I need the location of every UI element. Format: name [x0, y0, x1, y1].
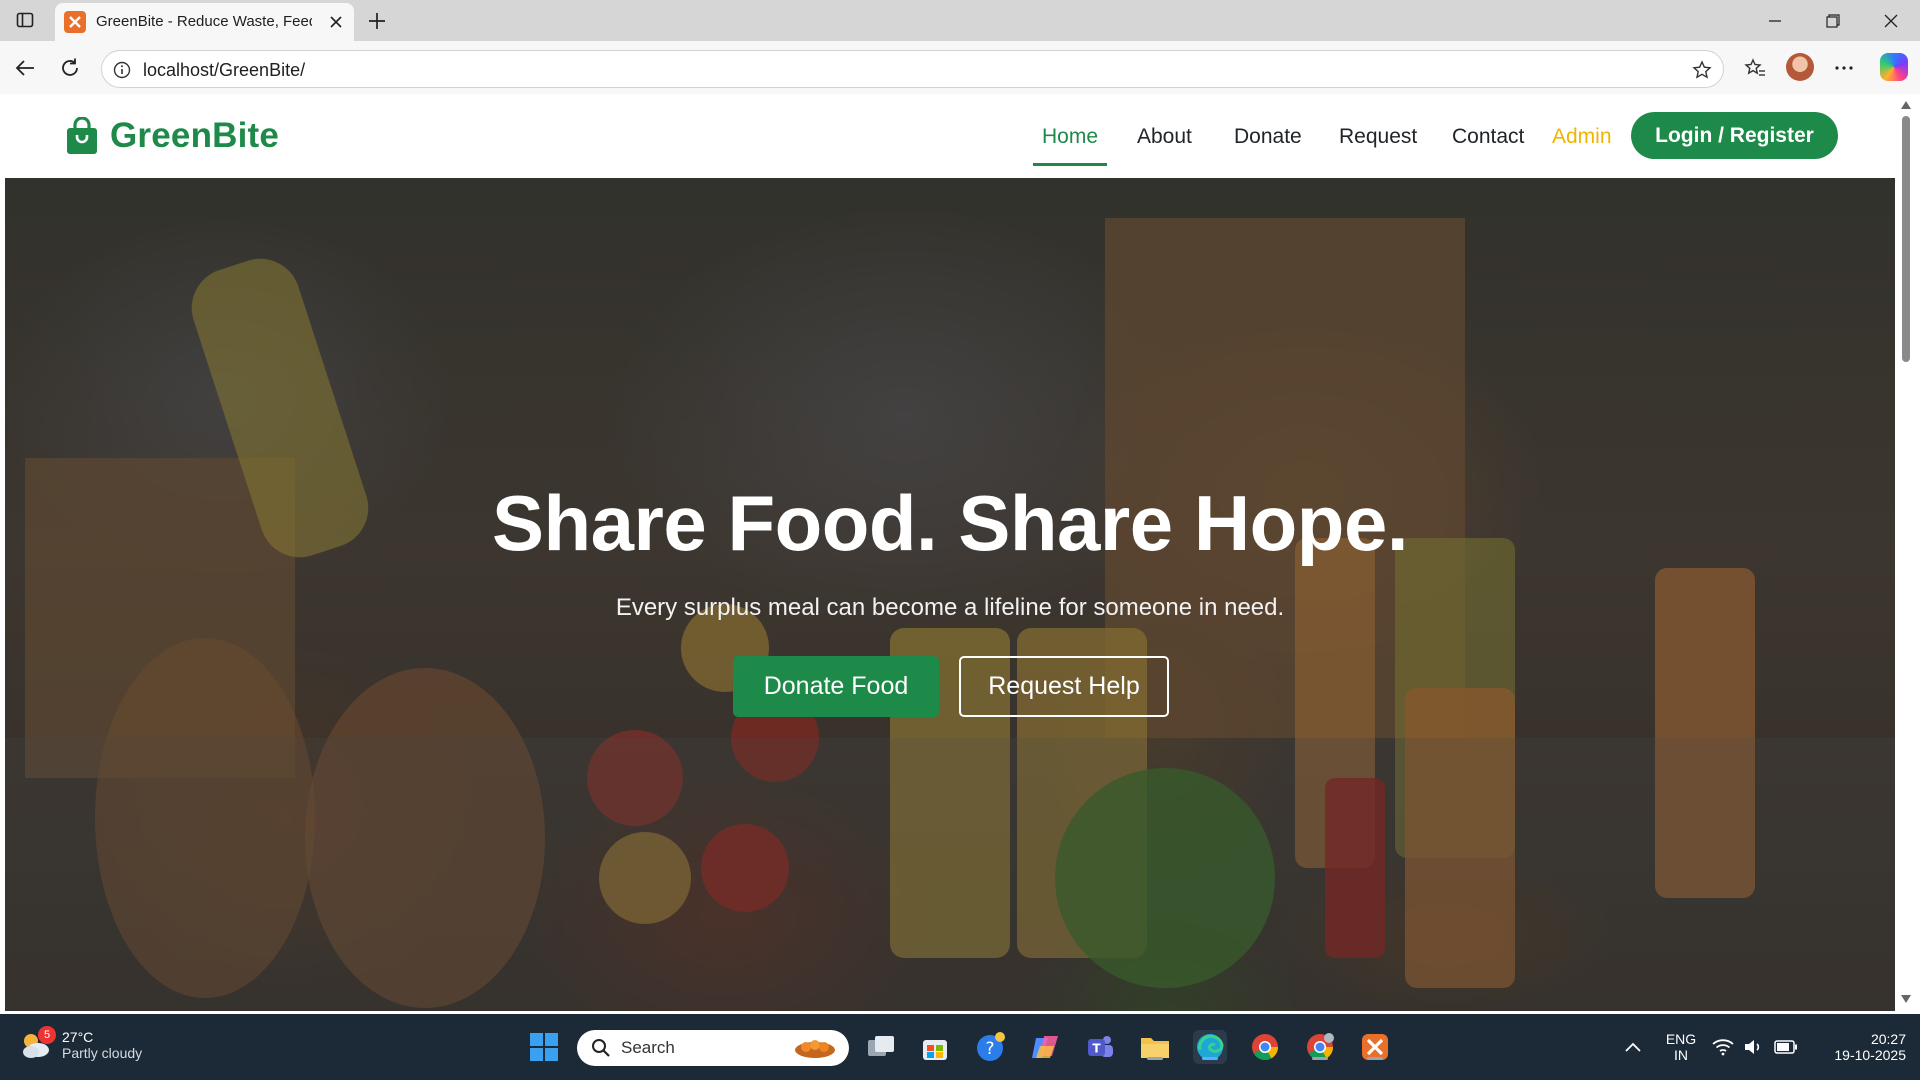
- chrome-profile-icon[interactable]: [1303, 1030, 1337, 1064]
- taskbar-search-box[interactable]: Search: [577, 1030, 849, 1066]
- clock-date: 19-10-2025: [1834, 1047, 1906, 1063]
- profile-avatar[interactable]: [1786, 53, 1814, 81]
- active-indicator: [1202, 1057, 1218, 1060]
- task-view-icon[interactable]: [864, 1030, 898, 1064]
- copilot-icon[interactable]: [1880, 53, 1908, 81]
- help-icon[interactable]: ?: [974, 1030, 1008, 1064]
- shopping-bag-icon: [67, 117, 97, 154]
- brand-logo[interactable]: GreenBite: [66, 116, 279, 156]
- nav-about[interactable]: About: [1137, 125, 1192, 149]
- weather-badge: 5: [38, 1026, 56, 1044]
- running-indicator: [1312, 1057, 1328, 1060]
- page-viewport: GreenBite Home About Donate Request Cont…: [5, 94, 1895, 1011]
- wifi-icon[interactable]: [1710, 1030, 1736, 1064]
- more-options-icon[interactable]: [1829, 53, 1859, 83]
- windows-start-icon[interactable]: [527, 1030, 561, 1064]
- favorites-list-icon[interactable]: [1740, 53, 1770, 83]
- svg-text:?: ?: [985, 1039, 994, 1059]
- microsoft-store-icon[interactable]: [918, 1030, 952, 1064]
- request-help-button[interactable]: Request Help: [959, 656, 1169, 717]
- restore-icon[interactable]: [1810, 6, 1856, 36]
- running-indicator: [1367, 1057, 1383, 1060]
- scroll-thumb[interactable]: [1902, 116, 1910, 362]
- site-info-icon[interactable]: [112, 60, 132, 80]
- chrome-icon[interactable]: [1248, 1030, 1282, 1064]
- language-code: ENG: [1665, 1031, 1697, 1047]
- weather-description: Partly cloudy: [62, 1045, 143, 1061]
- partly-cloudy-icon: 5: [18, 1026, 56, 1062]
- address-bar[interactable]: localhost/GreenBite/: [101, 50, 1724, 88]
- language-indicator[interactable]: ENG IN: [1665, 1031, 1697, 1063]
- browser-toolbar: localhost/GreenBite/: [0, 41, 1920, 94]
- hero-subtitle: Every surplus meal can become a lifeline…: [615, 594, 1285, 621]
- url-text[interactable]: localhost/GreenBite/: [143, 60, 305, 81]
- weather-widget[interactable]: 5 27°C Partly cloudy: [18, 1026, 143, 1062]
- clock-time: 20:27: [1870, 1031, 1906, 1047]
- sidebar-toggle-icon[interactable]: [14, 9, 36, 31]
- browser-tab-active[interactable]: GreenBite - Reduce Waste, Feed Lives: [55, 3, 354, 41]
- clock[interactable]: 20:27 19-10-2025: [1810, 1031, 1906, 1063]
- search-icon: [592, 1039, 610, 1057]
- nav-contact[interactable]: Contact: [1452, 125, 1524, 149]
- hero-title: Share Food. Share Hope.: [491, 479, 1409, 567]
- hero-section: Share Food. Share Hope. Every surplus me…: [5, 178, 1895, 1011]
- nav-admin[interactable]: Admin: [1552, 125, 1612, 149]
- volume-icon[interactable]: [1740, 1030, 1766, 1064]
- favorite-star-icon[interactable]: [1691, 59, 1713, 81]
- new-tab-plus-icon[interactable]: [364, 8, 390, 34]
- weather-temperature: 27°C: [62, 1029, 94, 1045]
- xampp-favicon-icon: [64, 11, 86, 33]
- tab-title: GreenBite - Reduce Waste, Feed Lives: [96, 13, 312, 30]
- battery-icon[interactable]: [1772, 1030, 1800, 1064]
- site-navbar: GreenBite Home About Donate Request Cont…: [5, 94, 1895, 178]
- refresh-icon[interactable]: [55, 53, 85, 83]
- close-window-icon[interactable]: [1868, 6, 1914, 36]
- scroll-down-arrow-icon[interactable]: [1901, 994, 1911, 1004]
- xampp-icon[interactable]: [1358, 1030, 1392, 1064]
- search-highlight-icon: [795, 1040, 835, 1058]
- copilot-app-icon[interactable]: [1028, 1030, 1062, 1064]
- scroll-up-arrow-icon[interactable]: [1901, 100, 1911, 110]
- search-label: Search: [621, 1038, 675, 1057]
- donate-food-button[interactable]: Donate Food: [733, 656, 939, 717]
- edge-browser-icon[interactable]: [1193, 1030, 1227, 1064]
- windows-taskbar: 5 27°C Partly cloudy Search ? T ENG IN 2…: [0, 1014, 1920, 1080]
- nav-request[interactable]: Request: [1339, 125, 1417, 149]
- tab-close-icon[interactable]: [326, 12, 346, 32]
- chevron-up-icon[interactable]: [1616, 1030, 1650, 1064]
- browser-tab-bar: GreenBite - Reduce Waste, Feed Lives: [0, 0, 1920, 41]
- svg-text:T: T: [1092, 1042, 1101, 1056]
- running-indicator: [1147, 1057, 1163, 1060]
- minimize-icon[interactable]: [1752, 6, 1798, 36]
- page-scrollbar[interactable]: [1897, 94, 1915, 1011]
- region-code: IN: [1674, 1047, 1688, 1063]
- teams-icon[interactable]: T: [1083, 1030, 1117, 1064]
- brand-name: GreenBite: [110, 116, 280, 155]
- nav-donate[interactable]: Donate: [1234, 125, 1302, 149]
- nav-active-underline: [1033, 163, 1107, 166]
- nav-home[interactable]: Home: [1042, 125, 1098, 149]
- back-arrow-icon[interactable]: [10, 53, 40, 83]
- login-register-button[interactable]: Login / Register: [1631, 112, 1838, 159]
- file-explorer-icon[interactable]: [1138, 1030, 1172, 1064]
